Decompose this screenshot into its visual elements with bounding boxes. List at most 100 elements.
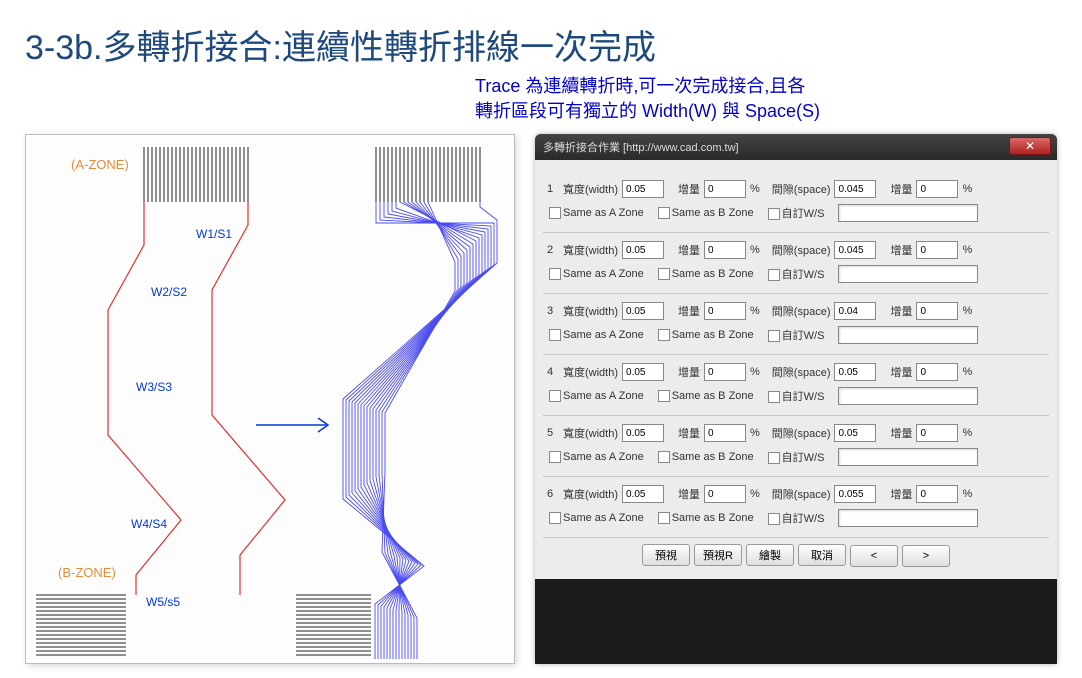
width-input[interactable] [622,241,664,259]
segment-row-6: 6寬度(width)增量%間隙(space)增量%Same as A ZoneS… [543,477,1049,538]
row-number: 1 [547,183,559,195]
space-inc-input[interactable] [916,302,958,320]
width-input[interactable] [622,424,664,442]
draw-button[interactable]: 繪製 [746,544,794,566]
custom-ws-checkbox[interactable]: 自訂W/S [768,327,825,343]
width-inc-input[interactable] [704,424,746,442]
width-inc-input[interactable] [704,363,746,381]
seg3-label: W3/S3 [136,380,172,394]
width-input[interactable] [622,485,664,503]
inc-label: 增量 [678,303,700,319]
preview-button[interactable]: 預視 [642,544,690,566]
subtitle-line1: Trace 為連續轉折時,可一次完成接合,且各 [475,76,805,96]
same-b-checkbox[interactable]: Same as B Zone [658,329,754,341]
custom-ws-input[interactable] [838,509,978,527]
next-button[interactable]: > [902,545,950,567]
cancel-button[interactable]: 取消 [798,544,846,566]
width-inc-input[interactable] [704,180,746,198]
pct-label-2: % [962,305,972,317]
custom-ws-checkbox[interactable]: 自訂W/S [768,266,825,282]
same-a-checkbox[interactable]: Same as A Zone [549,451,644,463]
seg2-label: W2/S2 [151,285,187,299]
inc-label: 增量 [678,364,700,380]
custom-ws-checkbox[interactable]: 自訂W/S [768,205,825,221]
seg1-label: W1/S1 [196,227,232,241]
width-label: 寬度(width) [563,364,618,380]
row-number: 4 [547,366,559,378]
width-inc-input[interactable] [704,241,746,259]
custom-ws-checkbox[interactable]: 自訂W/S [768,449,825,465]
inc-label: 增量 [678,181,700,197]
custom-ws-checkbox[interactable]: 自訂W/S [768,388,825,404]
width-inc-input[interactable] [704,302,746,320]
space-label: 間隙(space) [772,242,831,258]
custom-ws-checkbox[interactable]: 自訂W/S [768,510,825,526]
dialog-body: 1 寬度(width) 增量% 間隙(space) 增量% Same as A Zone S… [535,160,1057,579]
same-a-checkbox[interactable]: Same as A Zone [549,512,644,524]
inc-label: 增量 [678,242,700,258]
space-label: 間隙(space) [772,486,831,502]
inc-label-2: 增量 [890,364,912,380]
trace-diagram: (A-ZONE) (B-ZONE) W1/S1 W2/S2 W3/S3 W4/S… [25,134,515,664]
space-input[interactable] [834,180,876,198]
width-input[interactable] [622,180,664,198]
space-inc-input[interactable] [916,241,958,259]
space-inc-input[interactable] [916,485,958,503]
custom-ws-input[interactable] [838,265,978,283]
space-input[interactable] [834,302,876,320]
width-inc-input[interactable] [704,485,746,503]
custom-ws-input[interactable] [838,448,978,466]
same-a-checkbox[interactable]: Same as A Zone [549,268,644,280]
space-input[interactable] [834,485,876,503]
dialog-title-text: 多轉折接合作業 [http://www.cad.com.tw] [543,142,739,154]
button-row: 預視預視R繪製取消<> [543,538,1049,569]
custom-ws-input[interactable] [838,326,978,344]
segment-row-3: 3寬度(width)增量%間隙(space)增量%Same as A ZoneS… [543,294,1049,355]
pct-label-2: % [962,183,972,195]
close-icon: ✕ [1025,139,1035,153]
space-inc-input[interactable] [916,424,958,442]
width-input[interactable] [622,363,664,381]
same-b-checkbox[interactable]: Same as B Zone [658,207,754,219]
width-label: 寬度(width) [563,425,618,441]
subtitle-line2: 轉折區段可有獨立的 Width(W) 與 Space(S) [475,101,820,121]
arrow-icon [256,418,328,432]
pct-label-2: % [962,427,972,439]
seg5-label: W5/s5 [146,595,180,609]
same-a-checkbox[interactable]: Same as A Zone [549,207,644,219]
prev-button[interactable]: < [850,545,898,567]
same-b-checkbox[interactable]: Same as B Zone [658,451,754,463]
result-a-bars [376,147,480,202]
custom-ws-input[interactable] [838,204,978,222]
space-label: 間隙(space) [772,364,831,380]
a-zone-bars [141,147,251,202]
segment-row-4: 4寬度(width)增量%間隙(space)增量%Same as A ZoneS… [543,355,1049,416]
custom-ws-input[interactable] [838,387,978,405]
inc-label-2: 增量 [890,242,912,258]
a-zone-label: (A-ZONE) [71,157,129,172]
b-zone-label: (B-ZONE) [58,565,116,580]
space-input[interactable] [834,424,876,442]
row-number: 5 [547,427,559,439]
space-input[interactable] [834,363,876,381]
same-b-checkbox[interactable]: Same as B Zone [658,390,754,402]
red-outline [108,202,285,595]
same-a-checkbox[interactable]: Same as A Zone [549,390,644,402]
segment-row-5: 5寬度(width)增量%間隙(space)增量%Same as A ZoneS… [543,416,1049,477]
preview-r-button[interactable]: 預視R [694,544,742,566]
same-a-checkbox[interactable]: Same as A Zone [549,329,644,341]
width-input[interactable] [622,302,664,320]
space-label: 間隙(space) [772,425,831,441]
inc-label-2: 增量 [890,181,912,197]
same-b-checkbox[interactable]: Same as B Zone [658,512,754,524]
inc-label: 增量 [678,486,700,502]
dialog-titlebar[interactable]: 多轉折接合作業 [http://www.cad.com.tw] ✕ [535,134,1057,160]
pct-label: % [750,488,760,500]
space-inc-input[interactable] [916,180,958,198]
row-number: 3 [547,305,559,317]
close-button[interactable]: ✕ [1009,137,1051,155]
same-b-checkbox[interactable]: Same as B Zone [658,268,754,280]
space-inc-input[interactable] [916,363,958,381]
pct-label-2: % [962,488,972,500]
space-input[interactable] [834,241,876,259]
